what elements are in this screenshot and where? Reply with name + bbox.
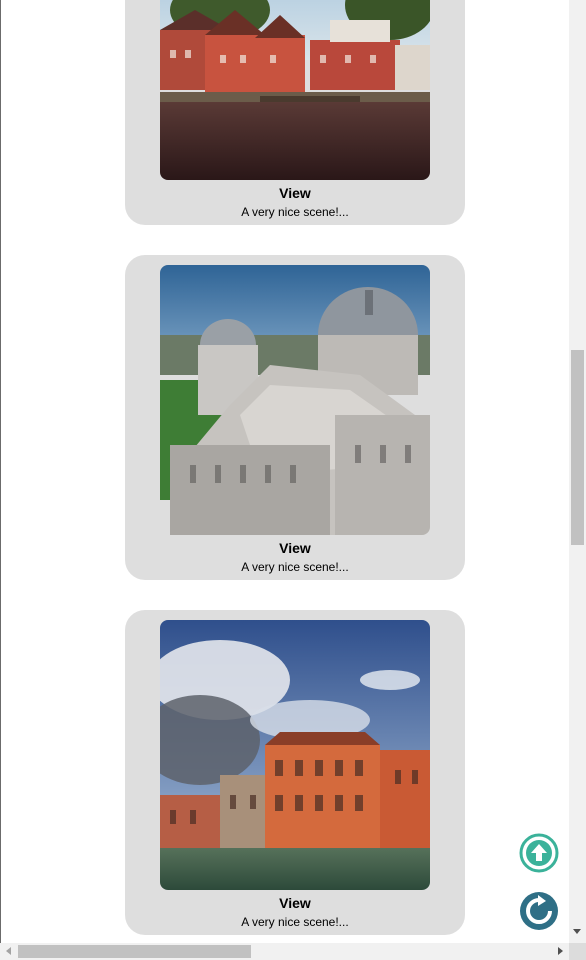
page-viewport: View A very nice scene!... View A very n… — [0, 0, 586, 960]
refresh-button[interactable] — [519, 891, 559, 931]
vertical-scrollbar[interactable] — [569, 0, 586, 943]
card-photo-cathedral[interactable] — [160, 265, 430, 535]
card-title: View — [279, 895, 311, 911]
scroll-left-arrow-icon[interactable] — [6, 947, 11, 955]
card-description: A very nice scene!... — [241, 205, 349, 219]
gallery-card[interactable]: View A very nice scene!... — [125, 610, 465, 935]
scroll-down-arrow-icon[interactable] — [573, 929, 581, 934]
card-photo-harbor-town[interactable] — [160, 0, 430, 180]
gallery-card[interactable]: View A very nice scene!... — [125, 255, 465, 580]
scroll-right-arrow-icon[interactable] — [558, 947, 563, 955]
card-photo-venice-palace[interactable] — [160, 620, 430, 890]
cathedral-image — [160, 265, 430, 535]
harbor-town-image — [160, 0, 430, 180]
horizontal-scrollbar-thumb[interactable] — [18, 945, 251, 958]
arrow-up-circle-icon — [519, 833, 559, 873]
gallery-card[interactable]: View A very nice scene!... — [125, 0, 465, 225]
window-edge — [0, 0, 1, 943]
venice-palace-image — [160, 620, 430, 890]
refresh-circle-icon — [520, 892, 558, 930]
vertical-scrollbar-thumb[interactable] — [571, 350, 584, 545]
card-title: View — [279, 540, 311, 556]
scroll-to-top-button[interactable] — [519, 833, 559, 873]
scrollbar-corner — [569, 943, 586, 960]
card-title: View — [279, 185, 311, 201]
card-description: A very nice scene!... — [241, 915, 349, 929]
horizontal-scrollbar[interactable] — [0, 943, 569, 960]
card-description: A very nice scene!... — [241, 560, 349, 574]
